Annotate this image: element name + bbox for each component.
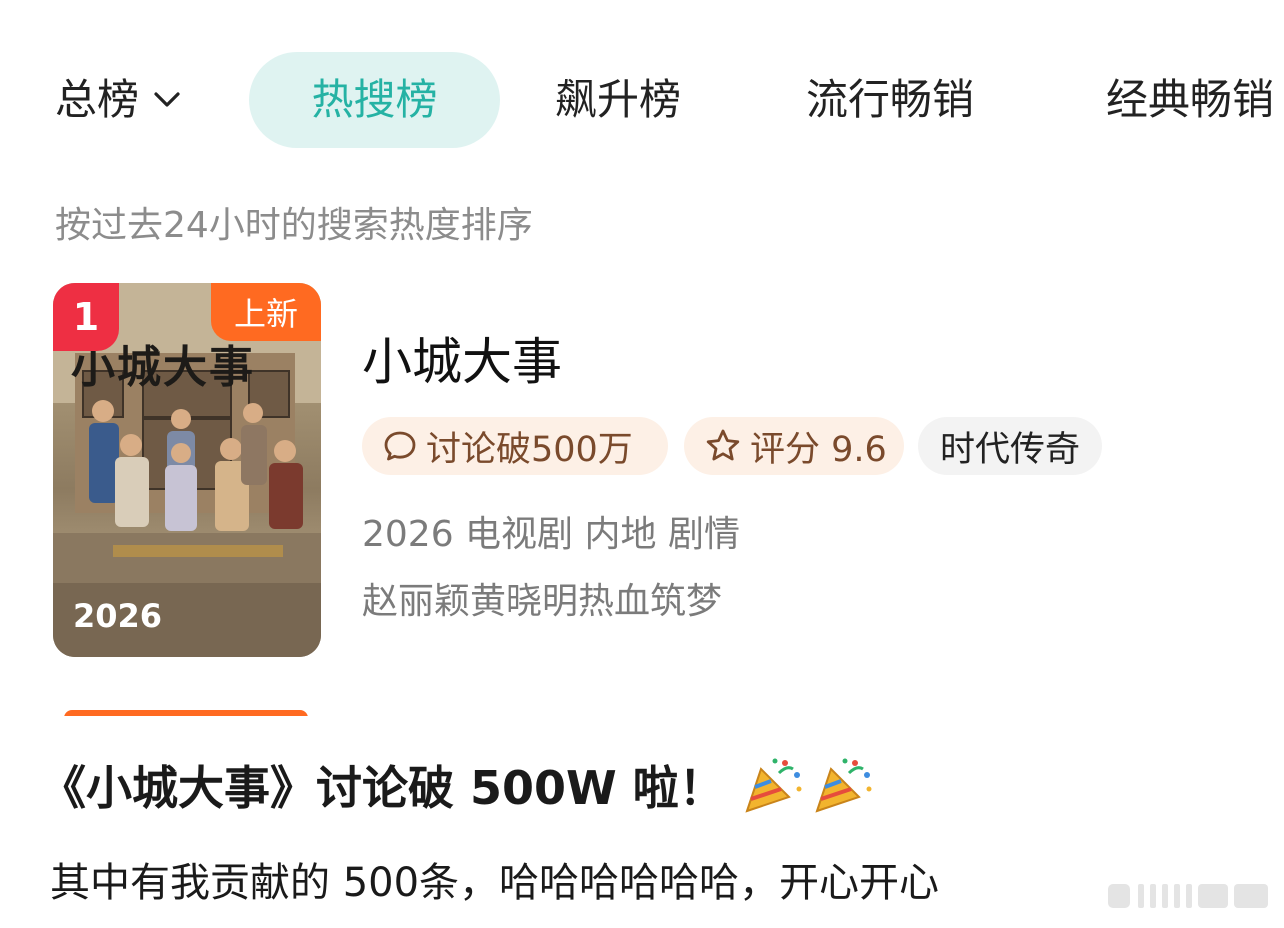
poster-image[interactable]: 小城大事 1 上新 2026 [53, 283, 321, 657]
tab-classic[interactable]: 经典畅销 [1106, 52, 1274, 148]
poster-year: 2026 [73, 597, 163, 635]
tab-all-rankings[interactable]: 总榜 [55, 52, 181, 148]
tab-popular[interactable]: 流行畅销 [806, 52, 974, 148]
rank-badge: 1 [53, 283, 119, 351]
discussion-tag-label: 讨论破500万 [426, 429, 633, 470]
tab-rising[interactable]: 飙升榜 [555, 52, 681, 148]
chat-bubble-icon [382, 428, 418, 464]
discussion-tag[interactable]: 讨论破500万 [362, 417, 668, 475]
star-outline-icon [704, 427, 742, 465]
post-body: 其中有我贡献的 500条，哈哈哈哈哈哈，开心开心 [50, 860, 940, 906]
new-badge: 上新 [211, 283, 321, 341]
show-description: 赵丽颖黄晓明热血筑梦 [362, 581, 723, 622]
watermark-logo [1108, 884, 1268, 908]
rating-tag-label: 评分 9.6 [750, 429, 887, 470]
ranking-tabs: 总榜 热搜榜 飙升榜 流行畅销 经典畅销 [0, 52, 1284, 152]
tab-all-label: 总榜 [55, 75, 140, 124]
tab-hot-search[interactable]: 热搜榜 [249, 52, 500, 148]
genre-tag[interactable]: 时代传奇 [918, 417, 1102, 475]
ranking-subtitle: 按过去24小时的搜索热度排序 [55, 205, 533, 246]
rating-tag[interactable]: 评分 9.6 [684, 417, 904, 475]
show-info: 2026 电视剧 内地 剧情 [362, 514, 740, 555]
party-popper-icon [811, 753, 875, 817]
chevron-down-icon [153, 91, 181, 109]
post-title: 《小城大事》讨论破 500W 啦！ [40, 752, 875, 818]
genre-tag-label: 时代传奇 [939, 429, 1080, 470]
party-popper-icon [741, 753, 805, 817]
show-title[interactable]: 小城大事 [362, 322, 562, 394]
app-screen: 总榜 热搜榜 飙升榜 流行畅销 经典畅销 按过去24小时的搜索热度排序 小城大事… [0, 0, 1284, 928]
post-title-text: 《小城大事》讨论破 500W 啦！ [40, 761, 725, 815]
